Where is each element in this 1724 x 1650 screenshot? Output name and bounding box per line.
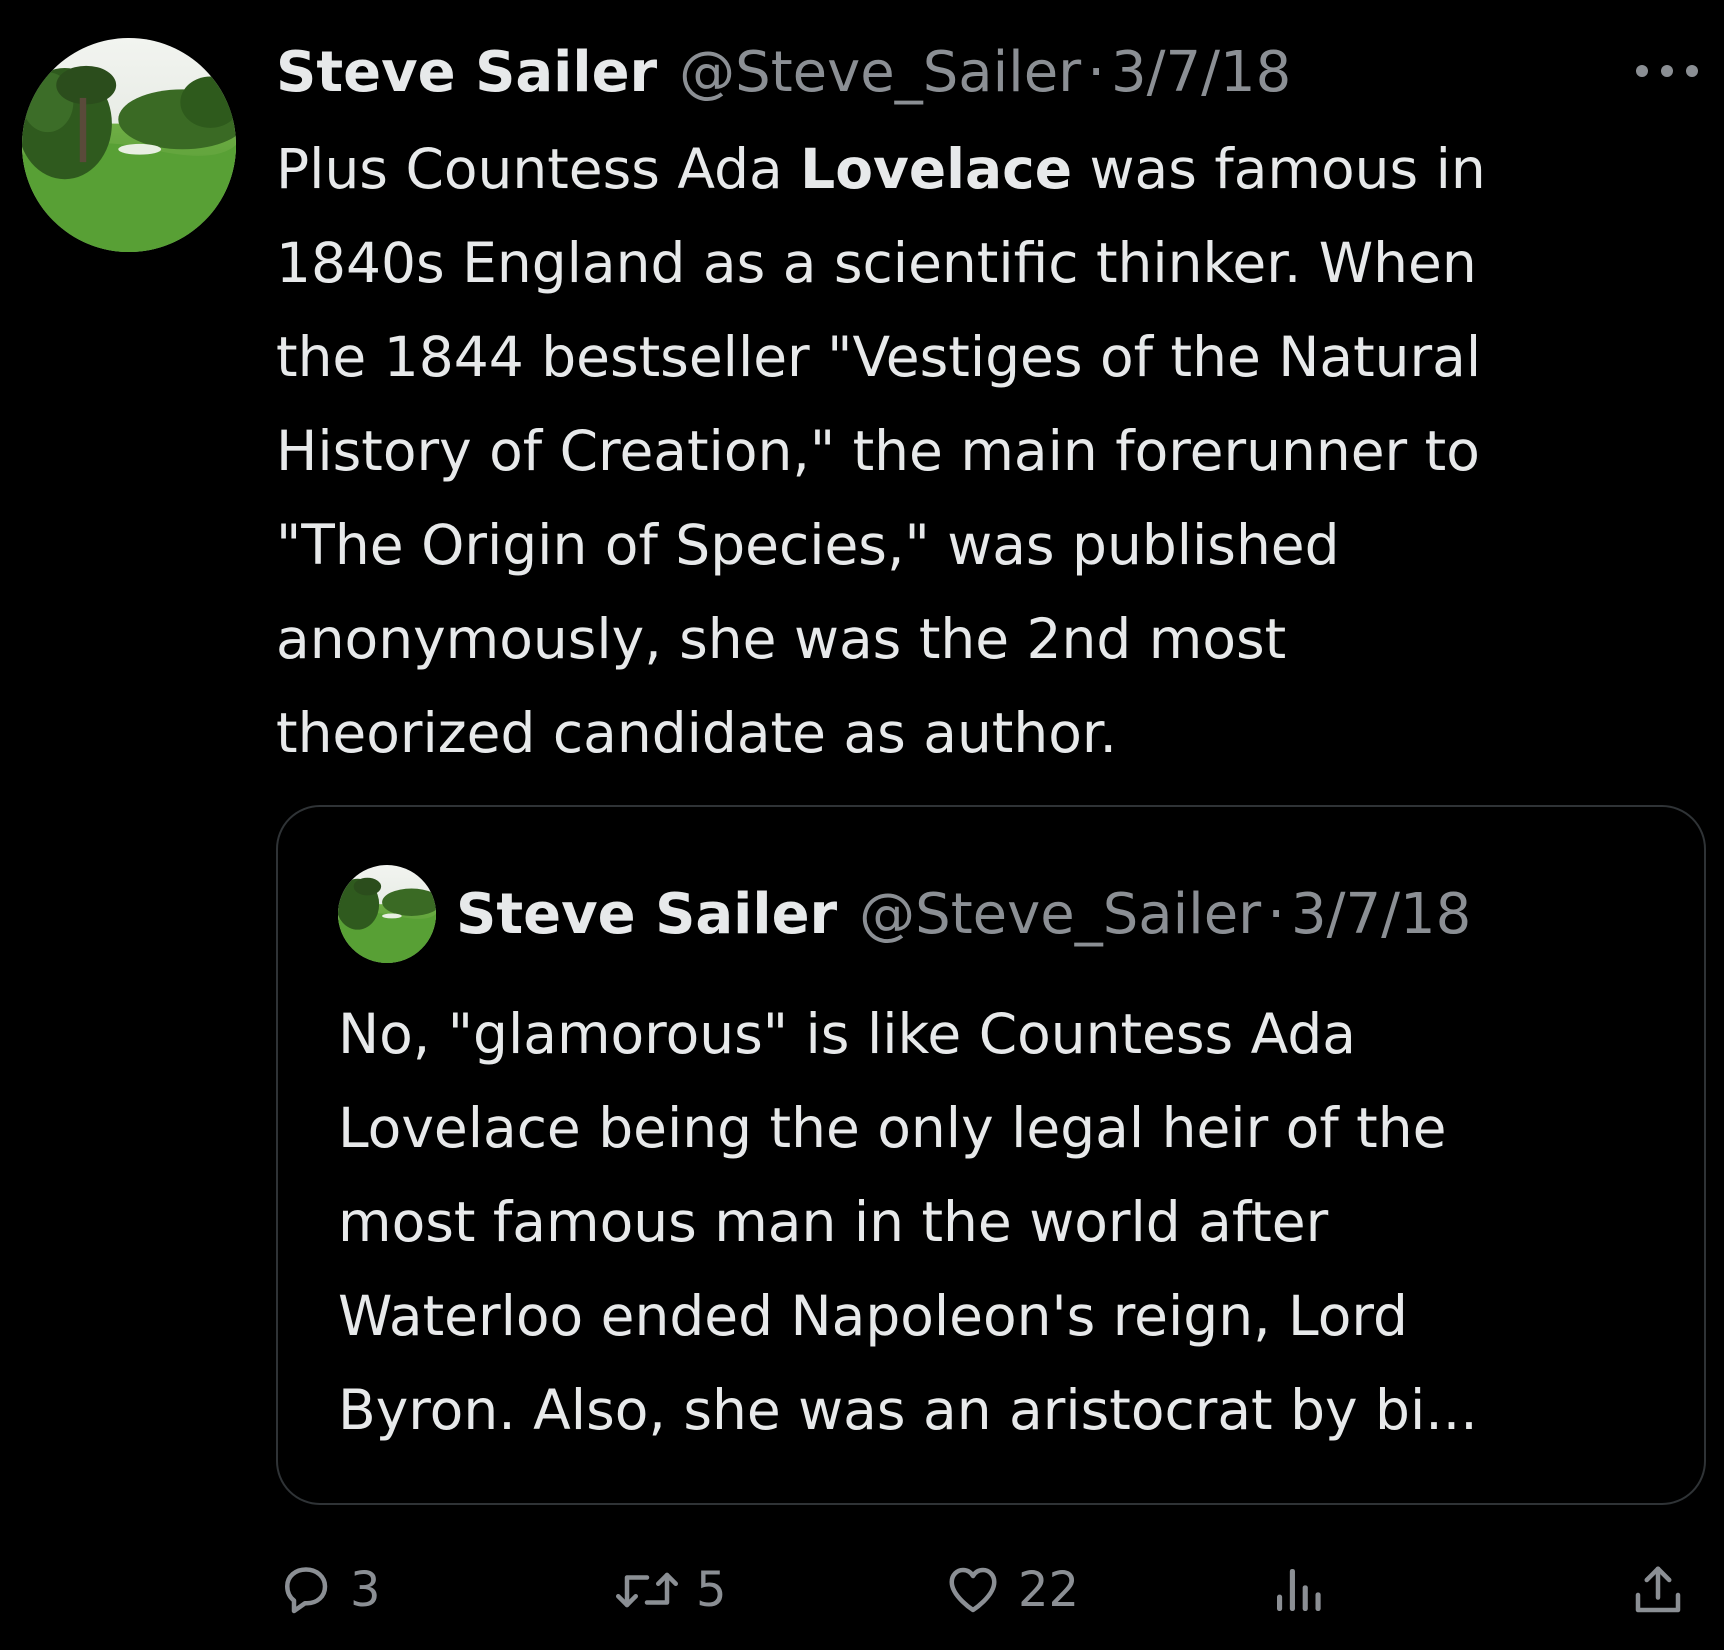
like-count: 22: [1018, 1562, 1080, 1618]
retweet-count: 5: [696, 1562, 727, 1618]
reply-button[interactable]: 3: [276, 1545, 381, 1635]
author-handle[interactable]: @Steve_Sailer: [679, 40, 1081, 105]
tweet-date[interactable]: 3/7/18: [1111, 40, 1291, 105]
quote-author-name[interactable]: Steve Sailer: [456, 882, 837, 947]
quote-author-handle[interactable]: @Steve_Sailer: [859, 882, 1261, 947]
reply-count: 3: [350, 1562, 381, 1618]
author-name[interactable]: Steve Sailer: [276, 40, 657, 105]
more-icon: [1636, 65, 1698, 77]
quote-avatar[interactable]: [338, 865, 436, 963]
quoted-tweet[interactable]: Steve Sailer @Steve_Sailer · 3/7/18 No, …: [276, 805, 1706, 1505]
share-button[interactable]: [1628, 1545, 1688, 1635]
action-bar: 3 5 22: [0, 1545, 1724, 1635]
separator-dot: ·: [1087, 39, 1105, 105]
quote-header: Steve Sailer @Steve_Sailer · 3/7/18: [456, 877, 1471, 951]
tweet[interactable]: Steve Sailer @Steve_Sailer · 3/7/18 Plus…: [0, 0, 1724, 1650]
tweet-header: Steve Sailer @Steve_Sailer · 3/7/18: [276, 36, 1291, 108]
like-icon: [949, 1567, 997, 1613]
avatar[interactable]: [22, 38, 236, 252]
reply-icon: [285, 1567, 328, 1614]
views-icon: [1277, 1569, 1321, 1611]
tweet-text: Plus Countess Ada Lovelace was famous in…: [276, 122, 1706, 780]
views-button[interactable]: [1270, 1545, 1326, 1635]
tweet-text-highlight: Lovelace: [800, 137, 1073, 201]
quote-avatar-image: [338, 865, 436, 963]
share-icon: [1635, 1566, 1681, 1613]
avatar-image: [22, 38, 236, 252]
more-button[interactable]: [1630, 56, 1704, 86]
like-button[interactable]: 22: [942, 1545, 1079, 1635]
tweet-text-part: was famous in 1840s England as a scienti…: [276, 137, 1486, 765]
quote-date[interactable]: 3/7/18: [1291, 882, 1471, 947]
retweet-icon: [616, 1572, 678, 1608]
quote-separator-dot: ·: [1267, 881, 1285, 947]
retweet-button[interactable]: 5: [612, 1545, 727, 1635]
quote-text: No, "glamorous" is like Countess Ada Lov…: [338, 1002, 1478, 1442]
tweet-text-part: Plus Countess Ada: [276, 137, 801, 201]
